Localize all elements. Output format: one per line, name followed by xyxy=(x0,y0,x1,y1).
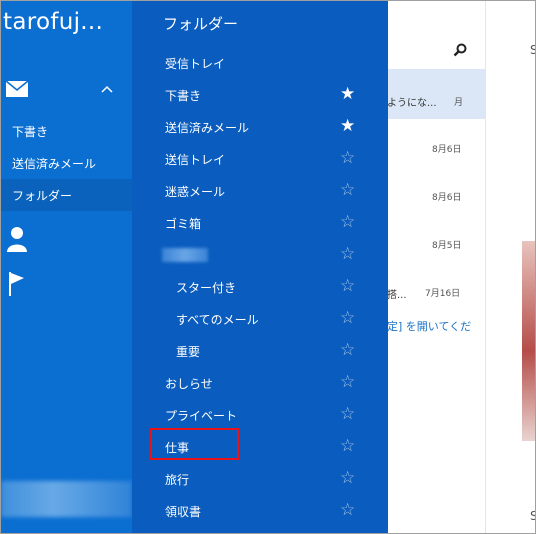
folder-row-starred[interactable]: スター付き ☆ xyxy=(132,271,388,303)
star-outline-icon[interactable]: ☆ xyxy=(340,149,355,167)
star-outline-icon[interactable]: ☆ xyxy=(340,405,355,423)
star-outline-icon[interactable]: ☆ xyxy=(340,501,355,519)
folder-row-outbox[interactable]: 送信トレイ ☆ xyxy=(132,143,388,175)
folder-label: 旅行 xyxy=(165,473,190,487)
star-outline-icon[interactable]: ☆ xyxy=(340,277,355,295)
folder-row-all-mail[interactable]: すべてのメール ☆ xyxy=(132,303,388,335)
folder-row-notices[interactable]: おしらせ ☆ xyxy=(132,367,388,399)
star-filled-icon[interactable]: ★ xyxy=(340,85,355,103)
open-link-text[interactable]: 定] を開いてくだ xyxy=(387,318,471,334)
folder-label: 領収書 xyxy=(165,505,202,519)
folder-row-important[interactable]: 重要 ☆ xyxy=(132,335,388,367)
message-row-date: 8月5日 xyxy=(432,241,462,251)
left-nav-pane: tarofuj... 下書き 送信済みメール フォルダー xyxy=(1,1,132,533)
message-row-date: 月 xyxy=(454,98,464,108)
folder-row-trash[interactable]: ゴミ箱 ☆ xyxy=(132,207,388,239)
star-outline-icon[interactable]: ☆ xyxy=(340,181,355,199)
nav-item-label: 下書き xyxy=(12,125,49,139)
folder-label: 下書き xyxy=(165,89,202,103)
preview-image xyxy=(522,241,535,441)
star-outline-icon[interactable]: ☆ xyxy=(340,309,355,327)
folder-row-junk[interactable]: 迷惑メール ☆ xyxy=(132,175,388,207)
folder-row-drafts[interactable]: 下書き ★ xyxy=(132,79,388,111)
nav-item-sent[interactable]: 送信済みメール xyxy=(1,147,132,179)
nav-item-drafts[interactable]: 下書き xyxy=(1,115,132,147)
mail-icon xyxy=(6,81,28,97)
folder-label: プライベート xyxy=(165,409,238,423)
folder-label: すべてのメール xyxy=(176,313,259,327)
message-row-snippet[interactable]: ようにな... xyxy=(387,94,437,109)
message-row-snippet[interactable]: 搭... xyxy=(387,286,407,301)
nav-item-folders[interactable]: フォルダー xyxy=(1,179,132,211)
preview-sender-initial: S xyxy=(530,509,535,523)
mail-app-window: ようにな... 月 8月6日 8月6日 8月5日 搭... 7月16日 定] を… xyxy=(0,0,536,534)
chevron-up-icon[interactable] xyxy=(101,85,113,93)
search-icon[interactable] xyxy=(453,43,467,57)
highlight-annotation-box xyxy=(150,428,239,460)
preview-sender-initial: S xyxy=(530,43,535,57)
folder-row-private[interactable]: プライベート ☆ xyxy=(132,399,388,431)
star-outline-icon[interactable]: ☆ xyxy=(340,213,355,231)
folder-label-blurred xyxy=(162,248,208,262)
message-row-date: 7月16日 xyxy=(425,289,461,299)
folder-label: 受信トレイ xyxy=(165,57,226,71)
folder-label: おしらせ xyxy=(165,377,213,391)
folder-row-redacted[interactable]: ☆ xyxy=(132,239,388,271)
star-outline-icon[interactable]: ☆ xyxy=(340,373,355,391)
nav-item-label: 送信済みメール xyxy=(12,157,97,171)
star-outline-icon[interactable]: ☆ xyxy=(340,245,355,263)
folder-row-sent[interactable]: 送信済みメール ★ xyxy=(132,111,388,143)
folder-row-travel[interactable]: 旅行 ☆ xyxy=(132,463,388,495)
people-icon[interactable] xyxy=(7,226,27,252)
nav-item-label: フォルダー xyxy=(12,189,73,203)
flag-icon[interactable] xyxy=(9,272,25,296)
folder-label: スター付き xyxy=(176,281,237,295)
folder-row-receipts[interactable]: 領収書 ☆ xyxy=(132,495,388,527)
folder-label: 送信トレイ xyxy=(165,153,226,167)
folder-label: ゴミ箱 xyxy=(165,217,202,231)
folder-label: 送信済みメール xyxy=(165,121,250,135)
star-filled-icon[interactable]: ★ xyxy=(340,117,355,135)
mail-section-header[interactable] xyxy=(1,73,132,109)
folder-row-inbox[interactable]: 受信トレイ xyxy=(132,47,388,79)
star-outline-icon[interactable]: ☆ xyxy=(340,469,355,487)
message-row-date: 8月6日 xyxy=(432,193,462,203)
folder-label: 重要 xyxy=(176,345,201,359)
star-outline-icon[interactable]: ☆ xyxy=(340,437,355,455)
folder-label: 迷惑メール xyxy=(165,185,226,199)
message-row-date: 8月6日 xyxy=(432,145,462,155)
flyout-title: フォルダー xyxy=(163,15,239,33)
star-outline-icon[interactable]: ☆ xyxy=(340,341,355,359)
account-name[interactable]: tarofuj... xyxy=(3,9,103,35)
account-avatar-blurred[interactable] xyxy=(1,481,132,517)
